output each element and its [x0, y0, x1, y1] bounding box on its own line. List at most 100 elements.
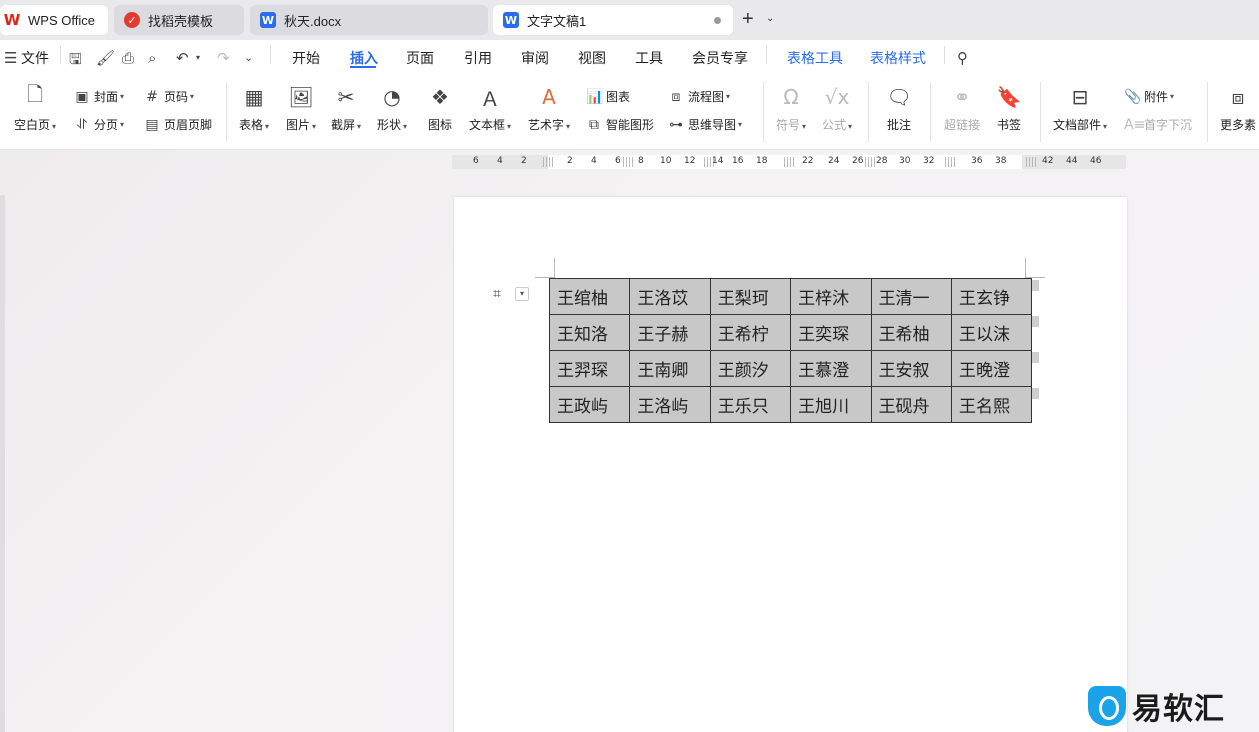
table-cell[interactable]: 王晚澄 — [950, 350, 1033, 387]
table-cell[interactable]: 王羿琛 — [548, 350, 631, 387]
table-cell[interactable]: 王颜汐 — [709, 350, 792, 387]
unsaved-dot-icon[interactable] — [714, 17, 721, 24]
doc-parts-button[interactable]: ⊟ 文档部件 ▾ — [1053, 84, 1107, 133]
row-resize-grip[interactable] — [1032, 280, 1039, 291]
table-cell[interactable]: 王砚舟 — [870, 386, 952, 423]
table-button[interactable]: ▦ 表格 ▾ — [239, 84, 269, 133]
table-cell[interactable]: 王政屿 — [548, 386, 631, 423]
more-materials-button[interactable]: ⧈ 更多素 — [1220, 84, 1256, 133]
table-cell[interactable]: 王希柚 — [870, 314, 952, 351]
tab-template[interactable]: ✓ 找稻壳模板 — [114, 5, 244, 35]
table-cell[interactable]: 王梨珂 — [709, 278, 792, 315]
undo-icon[interactable]: ↶ — [176, 49, 189, 67]
bookmark-button[interactable]: 🔖 书签 — [997, 84, 1022, 133]
tab-current-document[interactable]: W 文字文稿1 — [493, 5, 733, 35]
search-icon[interactable]: ⚲ — [957, 49, 968, 67]
redo-icon[interactable]: ↷ — [217, 49, 230, 67]
table-cell[interactable]: 王以沫 — [950, 314, 1033, 351]
hamburger-icon[interactable]: ☰ — [4, 49, 17, 67]
new-tab-icon[interactable]: + — [742, 9, 754, 29]
row-resize-grip[interactable] — [1032, 352, 1039, 363]
header-footer-button[interactable]: ▤ 页眉页脚 — [144, 116, 212, 133]
table-cell[interactable]: 王奕琛 — [790, 314, 872, 351]
menu-table-tools[interactable]: 表格工具 — [787, 48, 843, 68]
mindmap-button[interactable]: ⊶ 思维导图 ▾ — [668, 116, 742, 133]
chart-button[interactable]: 📊 图表 — [586, 88, 630, 105]
ruler-number: 8 — [638, 156, 644, 166]
table-cell[interactable]: 王绾柚 — [548, 278, 631, 315]
column-marker[interactable] — [543, 157, 553, 167]
print-icon[interactable]: ⎙ — [122, 49, 134, 67]
blank-page-button[interactable]: 🗋 空白页 ▾ — [14, 82, 56, 133]
horizontal-ruler[interactable]: 6 4 2 2 4 6 8 10 12 14 16 18 22 24 26 28… — [452, 155, 1126, 169]
column-marker[interactable] — [623, 157, 633, 167]
button-label: 公式 — [822, 118, 847, 132]
table-cell[interactable]: 王名熙 — [950, 386, 1033, 423]
paperclip-icon: 📎 — [1124, 88, 1142, 105]
shape-button[interactable]: ◔ 形状 ▾ — [377, 84, 407, 133]
table-cell[interactable]: 王乐只 — [709, 386, 792, 423]
page-number-button[interactable]: # 页码 ▾ — [144, 88, 194, 105]
navigation-pane-edge[interactable] — [0, 195, 5, 732]
table-cell[interactable]: 王安叙 — [870, 350, 952, 387]
symbol-button[interactable]: Ω 符号 ▾ — [776, 84, 806, 133]
textbox-button[interactable]: Ａ 文本框 ▾ — [469, 84, 511, 133]
table-cell[interactable]: 王南卿 — [629, 350, 711, 387]
flowchart-button[interactable]: ⧈ 流程图 ▾ — [668, 88, 730, 105]
comment-button[interactable]: 🗨 批注 — [886, 84, 911, 133]
shape-icon: ◔ — [383, 85, 401, 109]
menu-tools[interactable]: 工具 — [635, 48, 663, 68]
page-break-button[interactable]: ⥯ 分页 ▾ — [74, 116, 124, 133]
menu-reference[interactable]: 引用 — [464, 48, 492, 68]
table-move-handle-icon[interactable]: ⌗ — [493, 286, 501, 302]
menu-insert[interactable]: 插入 — [350, 48, 378, 68]
table-cell[interactable]: 王慕澄 — [790, 350, 872, 387]
menu-view[interactable]: 视图 — [578, 48, 606, 68]
format-painter-icon[interactable]: 🖌 — [96, 49, 115, 67]
table-cell[interactable]: 王子赫 — [629, 314, 711, 351]
hyperlink-button[interactable]: ⚭ 超链接 — [944, 84, 980, 133]
table-cell[interactable]: 王希柠 — [709, 314, 792, 351]
column-marker[interactable] — [1026, 157, 1036, 167]
table-cell[interactable]: 王旭川 — [790, 386, 872, 423]
column-marker[interactable] — [945, 157, 955, 167]
chevron-down-icon[interactable]: ▾ — [196, 53, 200, 62]
column-marker[interactable] — [865, 157, 875, 167]
drop-cap-icon: A≡ — [1124, 116, 1146, 133]
chevron-down-icon[interactable]: ▾ — [515, 287, 529, 301]
menu-member[interactable]: 会员专享 — [692, 48, 748, 68]
menu-table-style[interactable]: 表格样式 — [870, 48, 926, 68]
names-table[interactable]: 王绾柚 王洛苡 王梨珂 王梓沐 王清一 王玄铮 王知洛 王子赫 王希柠 王奕琛 … — [548, 278, 1033, 423]
icon-button[interactable]: ❖ 图标 — [428, 84, 452, 133]
print-preview-icon[interactable]: ⌕ — [148, 49, 156, 67]
chevron-down-icon[interactable]: ⌄ — [244, 51, 253, 64]
table-cell[interactable]: 王玄铮 — [950, 278, 1033, 315]
attachment-button[interactable]: 📎 附件 ▾ — [1124, 88, 1174, 105]
table-cell[interactable]: 王清一 — [870, 278, 952, 315]
table-cell[interactable]: 王知洛 — [548, 314, 631, 351]
picture-button[interactable]: 🖼 图片 ▾ — [286, 84, 316, 133]
wordart-button[interactable]: A 艺术字 ▾ — [528, 84, 570, 133]
tab-wps-office[interactable]: W WPS Office — [0, 5, 108, 35]
cover-button[interactable]: ▣ 封面 ▾ — [74, 88, 124, 105]
save-icon[interactable]: 🖫 — [69, 49, 82, 74]
table-cell[interactable]: 王洛屿 — [629, 386, 711, 423]
ruler-number: 22 — [802, 156, 814, 166]
chevron-down-icon[interactable]: ⌄ — [766, 13, 774, 24]
menu-file[interactable]: 文件 — [21, 48, 49, 68]
menu-review[interactable]: 审阅 — [521, 48, 549, 68]
ruler-number: 12 — [684, 156, 696, 166]
smart-art-button[interactable]: ⧉ 智能图形 — [586, 116, 654, 133]
formula-button[interactable]: √x 公式 ▾ — [822, 84, 852, 133]
row-resize-grip[interactable] — [1032, 316, 1039, 327]
table-cell[interactable]: 王梓沐 — [790, 278, 872, 315]
column-marker[interactable] — [784, 157, 794, 167]
drop-cap-button[interactable]: A≡ 首字下沉 — [1124, 116, 1192, 133]
menu-page[interactable]: 页面 — [406, 48, 434, 68]
row-resize-grip[interactable] — [1032, 388, 1039, 399]
blank-page-icon: 🗋 — [26, 82, 44, 106]
menu-start[interactable]: 开始 — [292, 48, 320, 68]
screenshot-button[interactable]: ✂ 截屏 ▾ — [331, 84, 361, 133]
table-cell[interactable]: 王洛苡 — [629, 278, 711, 315]
tab-document-autumn[interactable]: W 秋天.docx — [250, 5, 488, 35]
